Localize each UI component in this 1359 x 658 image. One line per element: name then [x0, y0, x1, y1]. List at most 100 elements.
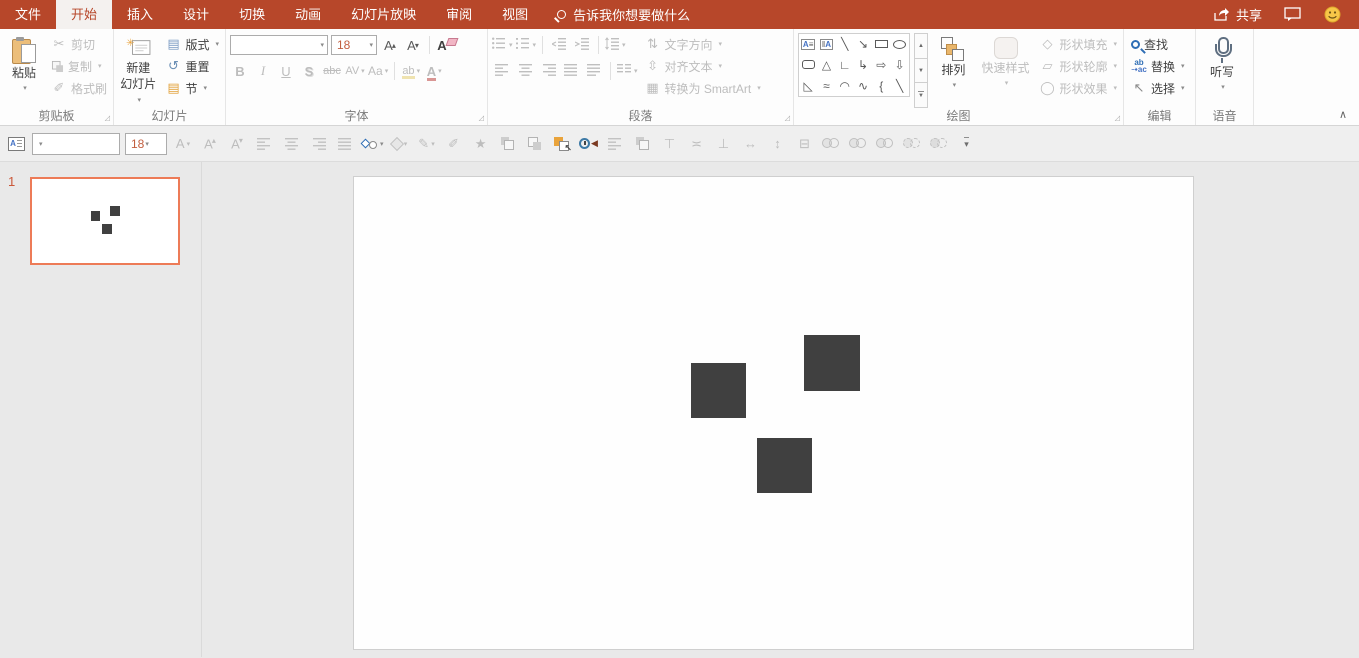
- decrease-font-size-button[interactable]: A ▾: [403, 35, 423, 55]
- paragraph-distribute-button[interactable]: [584, 61, 604, 81]
- layout-button[interactable]: ▤ 版式 ▾: [162, 33, 222, 55]
- bold-button[interactable]: B: [230, 61, 250, 81]
- comments-icon[interactable]: [1284, 7, 1302, 22]
- distribute-vertical[interactable]: ↕: [767, 132, 789, 156]
- decrease-indent-button[interactable]: [549, 35, 569, 55]
- menu-tab-3[interactable]: 插入: [112, 0, 168, 29]
- dictate-button[interactable]: 听写 ▾: [1200, 33, 1244, 108]
- shape-rectangle[interactable]: [872, 34, 890, 55]
- merge-subtract[interactable]: [929, 132, 951, 156]
- slide-thumbnail[interactable]: [30, 177, 180, 265]
- replace-button[interactable]: ab ⇢ac 替换 ▾: [1128, 55, 1188, 77]
- character-spacing-button[interactable]: AV ▾: [345, 61, 365, 81]
- shape-text-box[interactable]: A≡: [799, 34, 817, 55]
- share-button[interactable]: 共享: [1214, 5, 1262, 24]
- text-shadow-button[interactable]: S: [299, 61, 319, 81]
- convert-smartart-button[interactable]: ▦ 转换为 SmartArt ▾: [642, 77, 764, 99]
- shape-freeform[interactable]: ◺: [799, 75, 817, 96]
- quick-styles[interactable]: ★: [470, 132, 492, 156]
- shape-right-arrow[interactable]: ⇨: [872, 55, 890, 76]
- slide-shape-1[interactable]: [691, 363, 746, 418]
- arrange-button[interactable]: 排列 ▾: [932, 33, 974, 108]
- clear-formatting-button[interactable]: A: [436, 35, 456, 55]
- bring-forward[interactable]: [497, 132, 519, 156]
- selection-pane[interactable]: ↖: [551, 132, 573, 156]
- send-backward[interactable]: [524, 132, 546, 156]
- insert-textbox[interactable]: A: [5, 132, 27, 156]
- shape-elbow-arrow-connector[interactable]: ↳: [854, 55, 872, 76]
- align-objects-left[interactable]: [605, 132, 627, 156]
- align-middle[interactable]: ≍: [686, 132, 708, 156]
- slide-shape-3[interactable]: [757, 438, 812, 493]
- shape-left-brace[interactable]: {: [872, 75, 890, 96]
- shape-triangle[interactable]: △: [817, 55, 835, 76]
- gallery-scroll-up-button[interactable]: ▲: [913, 33, 929, 59]
- font-color[interactable]: A ▾: [172, 132, 194, 156]
- gallery-expand-button[interactable]: ▼: [913, 82, 929, 109]
- menu-tab-7[interactable]: 幻灯片放映: [336, 0, 431, 29]
- highlight-color-button[interactable]: ab ▾: [401, 61, 421, 81]
- paste-button[interactable]: 粘贴 ▾: [4, 33, 44, 108]
- insert-shape[interactable]: ▾: [360, 132, 384, 156]
- align-bottom[interactable]: ⊥: [713, 132, 735, 156]
- font-size-combo[interactable]: 18 ▾: [331, 35, 377, 55]
- format-painter-button[interactable]: ✐ 格式刷: [48, 77, 110, 99]
- distribute-horizontal[interactable]: ↔: [740, 132, 762, 156]
- shape-fill[interactable]: ▾: [389, 132, 411, 156]
- shape-elbow-connector[interactable]: ∟: [836, 55, 854, 76]
- font-name-combo[interactable]: ▾: [32, 132, 120, 156]
- paragraph-dialog-launcher[interactable]: ◿: [785, 115, 790, 122]
- reset-button[interactable]: ↺ 重置: [162, 55, 222, 77]
- collapse-ribbon-button[interactable]: ∧: [1339, 108, 1347, 121]
- font-dialog-launcher[interactable]: ◿: [479, 115, 484, 122]
- menu-tab-2[interactable]: 开始: [56, 0, 113, 29]
- paragraph-align-center-button[interactable]: [515, 61, 535, 81]
- strikethrough-button[interactable]: abc: [322, 61, 342, 81]
- merge-intersect[interactable]: [902, 132, 924, 156]
- clipboard-dialog-launcher[interactable]: ◿: [105, 115, 110, 122]
- format-painter[interactable]: ✐: [443, 132, 465, 156]
- line-spacing-button[interactable]: ▾: [605, 35, 626, 55]
- align-text-button[interactable]: ⇳ 对齐文本 ▾: [642, 55, 764, 77]
- shape-outline[interactable]: ✎ ▾: [416, 132, 438, 156]
- shape-curve[interactable]: ∿: [854, 75, 872, 96]
- increase-indent-button[interactable]: [572, 35, 592, 55]
- shape-line[interactable]: ╲: [836, 34, 854, 55]
- align-left[interactable]: [253, 132, 275, 156]
- merge-combine[interactable]: [848, 132, 870, 156]
- font-color-button[interactable]: A ▾: [424, 61, 444, 81]
- shape-arc[interactable]: ◠: [836, 75, 854, 96]
- copy-button[interactable]: 复制 ▾: [48, 55, 110, 77]
- menu-tab-4[interactable]: 设计: [168, 0, 224, 29]
- slide-shape-2[interactable]: [804, 335, 860, 391]
- animation-timing[interactable]: ◀: [578, 132, 600, 156]
- shape-effects-button[interactable]: ◯ 形状效果 ▾: [1036, 77, 1120, 99]
- cut-button[interactable]: ✂ 剪切: [48, 33, 110, 55]
- menu-tab-5[interactable]: 切换: [224, 0, 280, 29]
- find-button[interactable]: 查找: [1128, 33, 1188, 55]
- drawing-dialog-launcher[interactable]: ◿: [1115, 115, 1120, 122]
- gallery-scroll-down-button[interactable]: ▼: [913, 57, 929, 84]
- align-center[interactable]: [280, 132, 302, 156]
- shape-rounded-rectangle[interactable]: [799, 55, 817, 76]
- increase-font-size-button[interactable]: A ▴: [380, 35, 400, 55]
- font-size-combo[interactable]: 18 ▾: [125, 132, 167, 156]
- reorder-objects[interactable]: [632, 132, 654, 156]
- feedback-smiley-icon[interactable]: [1324, 6, 1341, 23]
- align-right[interactable]: [307, 132, 329, 156]
- toolbar-overflow[interactable]: ▾: [956, 132, 978, 156]
- bullets-button[interactable]: ▾: [492, 35, 513, 55]
- new-slide-button[interactable]: ✳ 新建 幻灯片▾: [118, 33, 158, 108]
- merge-union[interactable]: [821, 132, 843, 156]
- paragraph-justify-button[interactable]: [561, 61, 581, 81]
- numbering-button[interactable]: ▾: [515, 35, 536, 55]
- font-name-combo[interactable]: ▾: [230, 35, 328, 55]
- shape-fill-button[interactable]: ◇ 形状填充 ▾: [1036, 33, 1120, 55]
- menu-tab-1[interactable]: 文件: [0, 0, 56, 29]
- slide-canvas[interactable]: [353, 176, 1194, 650]
- section-button[interactable]: ▤ 节 ▾: [162, 77, 222, 99]
- change-case-button[interactable]: Aa ▾: [368, 61, 388, 81]
- align-top[interactable]: ⊤: [659, 132, 681, 156]
- shape-down-arrow[interactable]: ⇩: [890, 55, 908, 76]
- italic-button[interactable]: I: [253, 61, 273, 81]
